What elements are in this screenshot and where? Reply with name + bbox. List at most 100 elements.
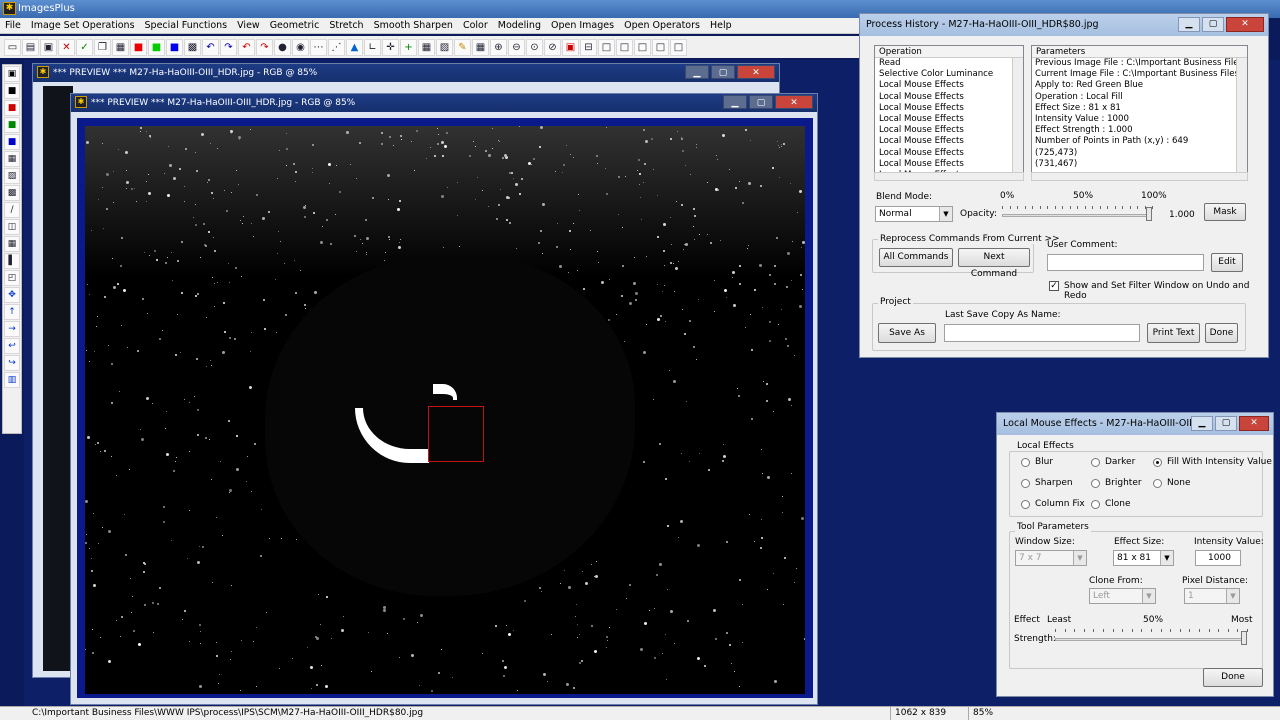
operation-item[interactable]: Local Mouse Effects — [879, 103, 1023, 114]
save-tool-icon[interactable]: ▣ — [4, 66, 20, 82]
red-tool-icon[interactable]: ■ — [4, 100, 20, 116]
red-box-icon[interactable]: ▣ — [562, 38, 579, 56]
preview-window-front[interactable]: *** PREVIEW *** M27-Ha-HaOIII-OIII_HDR.j… — [70, 93, 818, 705]
move-tool-icon[interactable]: ✥ — [4, 287, 20, 303]
menu-view[interactable]: View — [232, 18, 265, 33]
minimize-icon[interactable]: ▁ — [1178, 17, 1200, 32]
operation-item[interactable]: Local Mouse Effects — [879, 114, 1023, 125]
menu-file[interactable]: File — [0, 18, 26, 33]
zoom-fit-icon[interactable]: ⊙ — [526, 38, 543, 56]
mask-tool-icon[interactable]: ▩ — [4, 185, 20, 201]
radio-none[interactable] — [1153, 479, 1162, 488]
effect-size-select[interactable]: 81 x 81 ▼ — [1113, 550, 1174, 566]
zoom-actual-icon[interactable]: ⊘ — [544, 38, 561, 56]
close-icon[interactable]: ✕ — [737, 65, 775, 79]
rgb-tool-icon[interactable]: ▦ — [4, 151, 20, 167]
green-tool-icon[interactable]: ■ — [4, 117, 20, 133]
rgb-icon[interactable]: ▦ — [112, 38, 129, 56]
process-history-dialog[interactable]: Process History - M27-Ha-HaOIII-OIII_HDR… — [859, 13, 1269, 358]
strength-thumb[interactable] — [1241, 631, 1247, 645]
minus-box-icon[interactable]: ⊟ — [580, 38, 597, 56]
close-icon[interactable]: ✕ — [1239, 416, 1269, 431]
menu-smooth-sharpen[interactable]: Smooth Sharpen — [369, 18, 458, 33]
check-icon[interactable]: ✓ — [76, 38, 93, 56]
menu-open-operators[interactable]: Open Operators — [619, 18, 705, 33]
new-icon[interactable]: ▭ — [4, 38, 21, 56]
opacity-slider[interactable] — [1002, 204, 1154, 224]
print-text-button[interactable]: Print Text — [1147, 323, 1200, 343]
undo-icon[interactable]: ↶ — [202, 38, 219, 56]
maximize-icon[interactable]: ▢ — [711, 65, 735, 79]
operation-item[interactable]: Local Mouse Effects — [879, 159, 1023, 170]
gradient-tool-icon[interactable]: ∕ — [4, 202, 20, 218]
square-icon[interactable]: □ — [598, 38, 615, 56]
next-command-button[interactable]: Next Command — [958, 248, 1030, 279]
green-icon[interactable]: ■ — [148, 38, 165, 56]
operation-scrollbar[interactable] — [1012, 58, 1023, 178]
left-return-icon[interactable]: ↩ — [4, 338, 20, 354]
radio-blur[interactable] — [1021, 458, 1030, 467]
local-effects-done-button[interactable]: Done — [1203, 668, 1263, 687]
strength-slider[interactable] — [1055, 627, 1249, 647]
grid-small-icon[interactable]: ▦ — [418, 38, 435, 56]
last-save-field[interactable] — [944, 324, 1140, 342]
radio-brighter[interactable] — [1091, 479, 1100, 488]
redo-all-icon[interactable]: ↷ — [256, 38, 273, 56]
maximize-icon[interactable]: ▢ — [1215, 416, 1237, 431]
l-shape-icon[interactable]: ∟ — [364, 38, 381, 56]
edit-button[interactable]: Edit — [1211, 253, 1243, 272]
radio-darker[interactable] — [1091, 458, 1100, 467]
radio-column-fix[interactable] — [1021, 500, 1030, 509]
clone-from-select[interactable]: Left ▼ — [1089, 588, 1156, 604]
crop-tool-icon[interactable]: ◰ — [4, 270, 20, 286]
local-mouse-effects-dialog[interactable]: Local Mouse Effects - M27-Ha-HaOIII-OIII… — [996, 412, 1274, 697]
menu-open-images[interactable]: Open Images — [546, 18, 619, 33]
operation-list[interactable]: Operation Read Selective Color Luminance L… — [874, 45, 1024, 180]
parameters-hscroll[interactable] — [1031, 172, 1248, 181]
menu-geometric[interactable]: Geometric — [265, 18, 325, 33]
blue-icon[interactable]: ■ — [166, 38, 183, 56]
copy-icon[interactable]: ❐ — [94, 38, 111, 56]
operation-item[interactable]: Read — [879, 58, 1023, 69]
radio-clone[interactable] — [1091, 500, 1100, 509]
bar-tool-icon[interactable]: ▌ — [4, 253, 20, 269]
path-icon[interactable]: ⋰ — [328, 38, 345, 56]
menu-special-functions[interactable]: Special Functions — [140, 18, 233, 33]
all-commands-button[interactable]: All Commands — [879, 248, 953, 267]
square2-icon[interactable]: □ — [616, 38, 633, 56]
dots-icon[interactable]: ⋯ — [310, 38, 327, 56]
channel-tool-icon[interactable]: ▨ — [4, 168, 20, 184]
frame-tool-icon[interactable]: ◫ — [4, 219, 20, 235]
menu-modeling[interactable]: Modeling — [493, 18, 546, 33]
operation-hscroll[interactable] — [874, 172, 1024, 181]
window-size-select[interactable]: 7 x 7 ▼ — [1015, 550, 1087, 566]
parameters-list[interactable]: Parameters Previous Image File : C:\Impo… — [1031, 45, 1248, 180]
redo-icon[interactable]: ↷ — [220, 38, 237, 56]
minimize-icon[interactable]: ▁ — [723, 95, 747, 109]
operation-item[interactable]: Local Mouse Effects — [879, 92, 1023, 103]
close-x-icon[interactable]: ✕ — [58, 38, 75, 56]
operation-item[interactable]: Local Mouse Effects — [879, 125, 1023, 136]
right-arrow-icon[interactable]: → — [4, 321, 20, 337]
blue-tool-icon[interactable]: ■ — [4, 134, 20, 150]
menu-stretch[interactable]: Stretch — [324, 18, 368, 33]
operation-item[interactable]: Selective Color Luminance — [879, 69, 1023, 80]
zoom-in-icon[interactable]: ⊕ — [490, 38, 507, 56]
down-return-icon[interactable]: ↪ — [4, 355, 20, 371]
square4-icon[interactable]: □ — [652, 38, 669, 56]
square5-icon[interactable]: □ — [670, 38, 687, 56]
zoom-out-icon[interactable]: ⊖ — [508, 38, 525, 56]
radio-sharpen[interactable] — [1021, 479, 1030, 488]
open-icon[interactable]: ▤ — [22, 38, 39, 56]
radio-fill-with-intensity-value[interactable] — [1153, 458, 1162, 467]
user-comment-field[interactable] — [1047, 254, 1204, 271]
menu-help[interactable]: Help — [705, 18, 737, 33]
image-icon[interactable]: ▨ — [436, 38, 453, 56]
grid-icon[interactable]: ▩ — [184, 38, 201, 56]
save-icon[interactable]: ▣ — [40, 38, 57, 56]
menu-color[interactable]: Color — [458, 18, 493, 33]
operation-item[interactable]: Local Mouse Effects — [879, 80, 1023, 91]
menu-image-set-operations[interactable]: Image Set Operations — [26, 18, 140, 33]
black-tool-icon[interactable]: ■ — [4, 83, 20, 99]
plus-icon[interactable]: + — [400, 38, 417, 56]
